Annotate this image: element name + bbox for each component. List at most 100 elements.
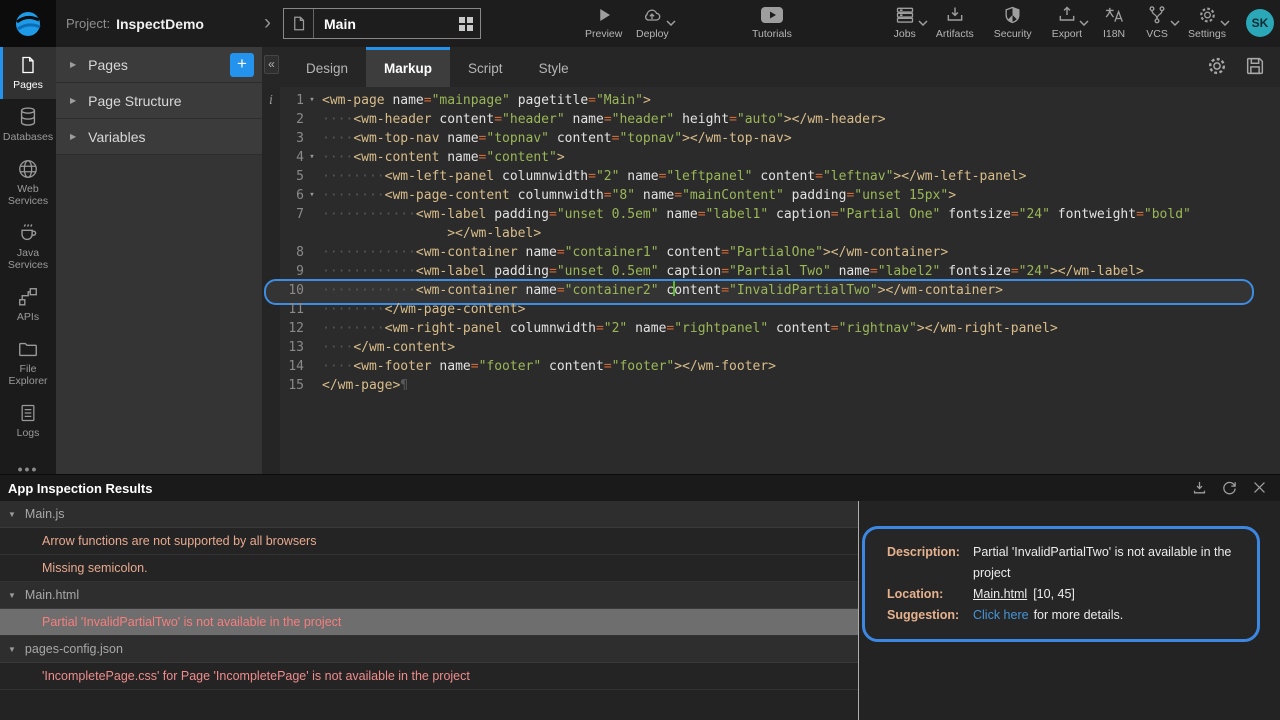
error-tooltip: Description: Partial 'InvalidPartialTwo'… <box>862 526 1260 642</box>
tab-markup[interactable]: Markup <box>366 47 450 87</box>
grid-view-icon[interactable] <box>452 17 480 31</box>
tab-design[interactable]: Design <box>288 47 366 87</box>
i18n-translate-icon <box>1102 5 1126 25</box>
page-selector[interactable]: Main <box>283 8 481 39</box>
location-position: [10, 45] <box>1033 587 1075 601</box>
inspection-error[interactable]: 'IncompletePage.css' for Page 'Incomplet… <box>0 663 858 690</box>
jobs-icon <box>894 5 916 25</box>
user-avatar[interactable]: SK <box>1246 9 1274 37</box>
download-report-button[interactable] <box>1191 479 1208 496</box>
app-logo[interactable] <box>0 0 56 47</box>
tutorials-button[interactable]: Tutorials <box>752 4 792 40</box>
inspection-body: ▼ Main.js Arrow functions are not suppor… <box>0 501 1280 720</box>
rail-label: Pages <box>13 79 43 91</box>
i18n-button[interactable]: I18N <box>1102 4 1126 40</box>
collapse-panel-button[interactable]: « <box>264 55 279 74</box>
refresh-button[interactable] <box>1221 479 1238 496</box>
code-line[interactable]: 8············<wm-container name="contain… <box>262 243 1280 262</box>
inspection-group-pagesconfig[interactable]: ▼ pages-config.json <box>0 636 858 663</box>
editor-tabs: Design Markup Script Style <box>262 47 1280 87</box>
section-pages[interactable]: ▶ Pages + <box>56 47 262 83</box>
inspection-title: App Inspection Results <box>8 481 152 496</box>
explorer-panel: ▶ Pages + ▶ Page Structure ▶ Variables <box>56 47 262 474</box>
editor-settings-button[interactable] <box>1206 55 1228 77</box>
code-line[interactable]: 2····<wm-header content="header" name="h… <box>262 110 1280 129</box>
vcs-button[interactable]: VCS <box>1146 4 1168 40</box>
markup-editor: « Design Markup Script Style <box>262 47 1280 474</box>
code-line[interactable]: 13····</wm-content> <box>262 338 1280 357</box>
code-line[interactable]: 7············<wm-label padding="unset 0.… <box>262 205 1280 224</box>
panel-divider[interactable] <box>858 501 859 720</box>
inspection-error[interactable]: Missing semicolon. <box>0 555 858 582</box>
page-file-icon <box>284 9 314 38</box>
preview-label: Preview <box>585 28 622 40</box>
click-here-link[interactable]: Click here <box>973 608 1029 622</box>
tab-script[interactable]: Script <box>450 47 521 87</box>
close-icon <box>1251 479 1268 496</box>
deploy-button[interactable]: Deploy <box>636 4 669 40</box>
settings-gear-icon <box>1197 5 1218 25</box>
jobs-label: Jobs <box>894 28 916 40</box>
security-button[interactable]: Security <box>994 4 1032 40</box>
code-line[interactable]: 15</wm-page>¶ <box>262 376 1280 395</box>
code-line[interactable]: 10············<wm-container name="contai… <box>262 281 1280 300</box>
rail-item-databases[interactable]: Databases <box>0 99 56 151</box>
jobs-button[interactable]: Jobs <box>894 4 916 40</box>
inspection-error-selected[interactable]: Partial 'InvalidPartialTwo' is not avail… <box>0 609 858 636</box>
suggestion-label: Suggestion: <box>887 605 973 626</box>
inspection-error[interactable]: Arrow functions are not supported by all… <box>0 528 858 555</box>
project-label: Project: <box>66 16 110 31</box>
rail-label: File Explorer <box>2 363 54 387</box>
breadcrumb-chevron-icon: › <box>264 10 271 36</box>
project-breadcrumb: Project: InspectDemo <box>66 0 204 47</box>
inspection-group-mainjs[interactable]: ▼ Main.js <box>0 501 858 528</box>
code-line[interactable]: ></wm-label> <box>262 224 1280 243</box>
rail-label: APIs <box>17 311 39 323</box>
rail-item-apis[interactable]: APIs <box>0 279 56 331</box>
suggestion-rest: for more details. <box>1034 608 1124 622</box>
artifacts-label: Artifacts <box>936 28 974 40</box>
settings-chevron-icon <box>1220 20 1230 26</box>
rail-item-file-explorer[interactable]: File Explorer <box>0 331 56 395</box>
code-line[interactable]: 4▾····<wm-content name="content"> <box>262 148 1280 167</box>
code-line[interactable]: 12········<wm-right-panel columnwidth="2… <box>262 319 1280 338</box>
section-variables[interactable]: ▶ Variables <box>56 119 262 155</box>
rail-item-logs[interactable]: Logs <box>0 395 56 447</box>
code-editor[interactable]: i1▾<wm-page name="mainpage" pagetitle="M… <box>262 87 1280 395</box>
rail-label: Web Services <box>2 183 54 207</box>
tutorials-label: Tutorials <box>752 28 792 40</box>
location-label: Location: <box>887 584 973 605</box>
i18n-label: I18N <box>1103 28 1125 40</box>
code-line[interactable]: 3····<wm-top-nav name="topnav" content="… <box>262 129 1280 148</box>
tab-style[interactable]: Style <box>521 47 587 87</box>
export-button[interactable]: Export <box>1052 4 1082 40</box>
collapsed-arrow-icon: ▶ <box>70 60 76 69</box>
add-page-button[interactable]: + <box>230 53 254 77</box>
rail-item-web-services[interactable]: Web Services <box>0 151 56 215</box>
code-line[interactable]: 11········</wm-page-content> <box>262 300 1280 319</box>
deploy-label: Deploy <box>636 28 669 40</box>
save-button[interactable] <box>1244 55 1266 77</box>
inspection-list: ▼ Main.js Arrow functions are not suppor… <box>0 501 858 690</box>
deploy-cloud-icon <box>640 5 664 25</box>
inspection-group-mainhtml[interactable]: ▼ Main.html <box>0 582 858 609</box>
code-lines: i1▾<wm-page name="mainpage" pagetitle="M… <box>262 91 1280 395</box>
artifacts-button[interactable]: Artifacts <box>936 4 974 40</box>
preview-button[interactable]: Preview <box>585 4 622 40</box>
code-line[interactable]: 9············<wm-label padding="unset 0.… <box>262 262 1280 281</box>
section-page-structure[interactable]: ▶ Page Structure <box>56 83 262 119</box>
code-line[interactable]: 5········<wm-left-panel columnwidth="2" … <box>262 167 1280 186</box>
apis-icon <box>17 286 39 308</box>
rail-item-java-services[interactable]: Java Services <box>0 215 56 279</box>
group-file-name: pages-config.json <box>25 642 123 656</box>
settings-button[interactable]: Settings <box>1188 4 1226 40</box>
export-chevron-icon <box>1079 20 1089 26</box>
collapsed-arrow-icon: ▶ <box>70 132 76 141</box>
code-line[interactable]: i1▾<wm-page name="mainpage" pagetitle="M… <box>262 91 1280 110</box>
close-panel-button[interactable] <box>1251 479 1268 496</box>
rail-item-pages[interactable]: Pages <box>0 47 56 99</box>
location-file-link[interactable]: Main.html <box>973 587 1027 601</box>
code-line[interactable]: 14····<wm-footer name="footer" content="… <box>262 357 1280 376</box>
code-line[interactable]: 6▾········<wm-page-content columnwidth="… <box>262 186 1280 205</box>
expanded-arrow-icon: ▼ <box>8 591 16 600</box>
